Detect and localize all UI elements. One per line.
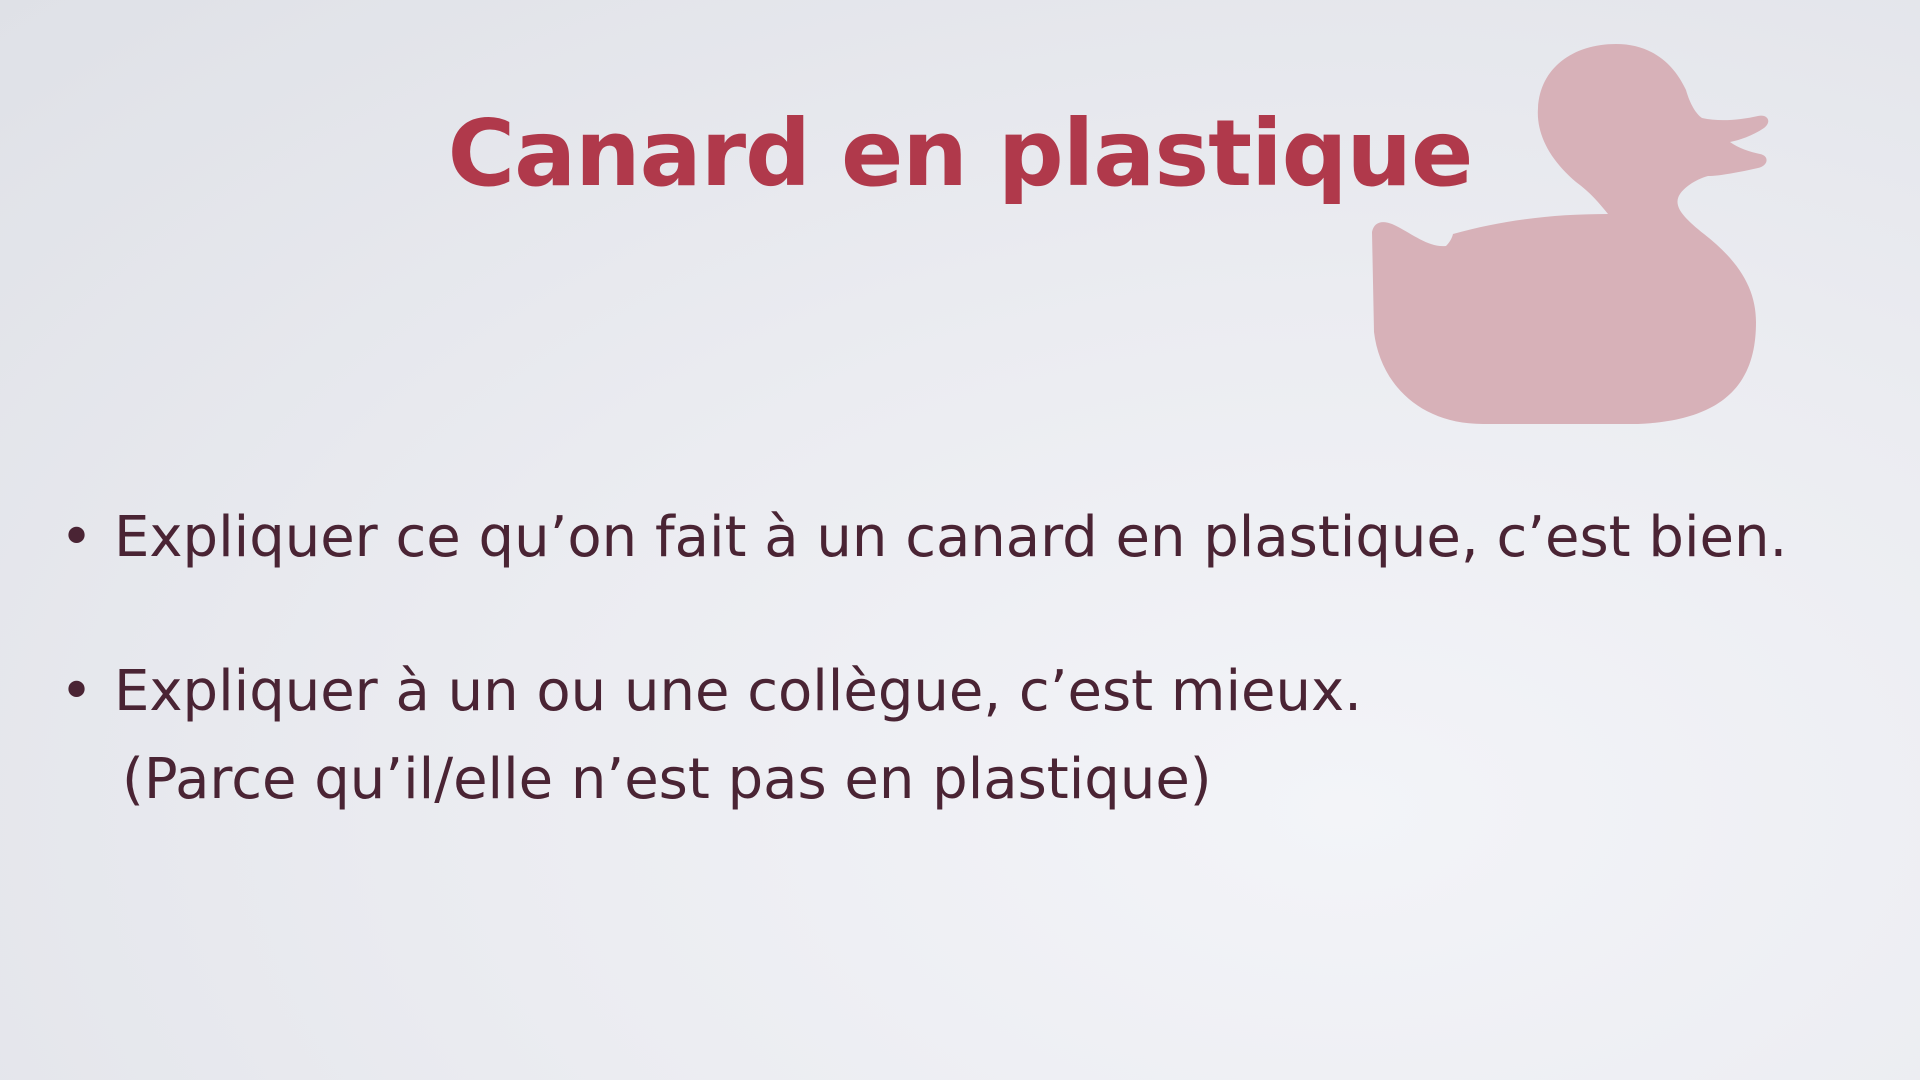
bullet-list: • Expliquer ce qu’on fait à un canard en…	[56, 494, 1876, 890]
bullet-item: • Expliquer à un ou une collègue, c’est …	[56, 648, 1876, 824]
bullet-marker: •	[60, 505, 94, 570]
bullet-text: Expliquer ce qu’on fait à un canard en p…	[114, 505, 1788, 570]
bullet-subline: (Parce qu’il/elle n’est pas en plastique…	[122, 747, 1212, 812]
bullet-item: • Expliquer ce qu’on fait à un canard en…	[56, 494, 1876, 582]
slide: Canard en plastique • Expliquer ce qu’on…	[0, 0, 1920, 1080]
slide-title: Canard en plastique	[447, 100, 1474, 207]
bullet-marker: •	[60, 659, 94, 724]
bullet-text: Expliquer à un ou une collègue, c’est mi…	[114, 659, 1362, 724]
